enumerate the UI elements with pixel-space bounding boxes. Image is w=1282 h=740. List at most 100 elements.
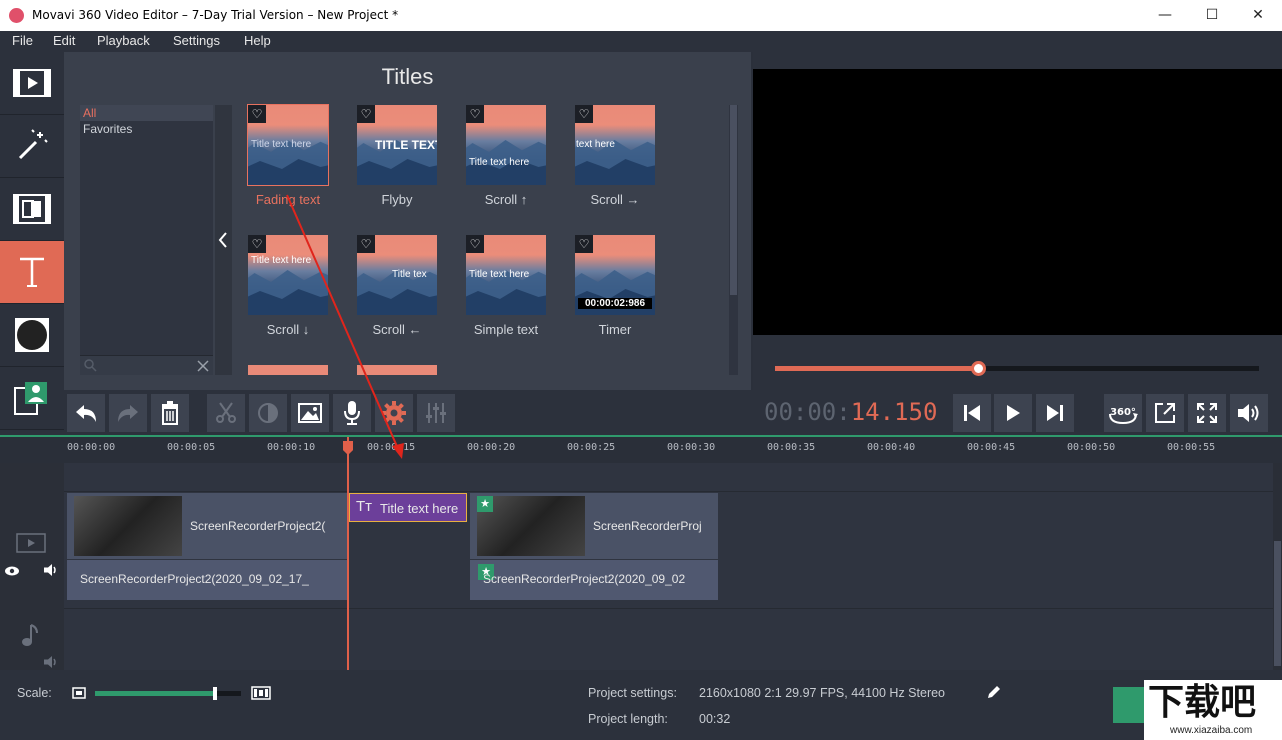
panel-title: Titles bbox=[381, 64, 434, 89]
ruler-tick: 00:00:30 bbox=[667, 442, 716, 453]
play-button[interactable] bbox=[994, 394, 1032, 432]
close-button[interactable]: ✕ bbox=[1238, 4, 1278, 26]
zoom-in-icon[interactable] bbox=[251, 686, 271, 700]
scale-handle[interactable] bbox=[212, 687, 217, 700]
project-length-label: Project length: bbox=[588, 712, 668, 726]
timecode-display: 00:00:14.150 bbox=[764, 398, 938, 426]
fullscreen-icon bbox=[1197, 403, 1217, 423]
ruler-tick: 00:00:25 bbox=[567, 442, 616, 453]
eye-icon[interactable] bbox=[4, 565, 20, 577]
title-tile-fading-text[interactable]: ♡ Title text here bbox=[247, 104, 329, 186]
external-window-icon bbox=[1155, 403, 1175, 423]
favorite-heart-icon[interactable]: ♡ bbox=[248, 105, 266, 123]
volume-button[interactable] bbox=[1230, 394, 1268, 432]
ruler-tick: 00:00:45 bbox=[967, 442, 1016, 453]
audio-clip-1[interactable]: ScreenRecorderProject2(2020_09_02_17_ bbox=[67, 560, 348, 600]
tile-overlay-text: text here bbox=[576, 139, 615, 150]
track-volume-icon[interactable] bbox=[43, 563, 59, 577]
playhead[interactable] bbox=[343, 437, 353, 670]
video-clip-1[interactable]: ScreenRecorderProject2( bbox=[67, 493, 348, 559]
project-length-value: 00:32 bbox=[699, 712, 731, 726]
skip-back-icon bbox=[964, 405, 980, 421]
zoom-out-icon[interactable] bbox=[72, 687, 86, 699]
play-icon bbox=[1007, 405, 1020, 421]
fullscreen-button[interactable] bbox=[1188, 394, 1226, 432]
scale-slider[interactable] bbox=[95, 687, 241, 700]
tile-label: Scroll → bbox=[590, 192, 640, 207]
window-title: Movavi 360 Video Editor – 7-Day Trial Ve… bbox=[32, 8, 399, 22]
window-titlebar: Movavi 360 Video Editor – 7-Day Trial Ve… bbox=[0, 0, 1282, 31]
ruler-tick: 00:00:40 bbox=[867, 442, 916, 453]
project-settings-value: 2160x1080 2:1 29.97 FPS, 44100 Hz Stereo bbox=[699, 686, 946, 700]
seek-bar-area bbox=[753, 335, 1282, 390]
tile-overlay-text: Title text here bbox=[251, 139, 312, 150]
favorite-heart-icon[interactable]: ♡ bbox=[357, 105, 375, 123]
favorite-heart-icon[interactable]: ♡ bbox=[575, 105, 593, 123]
skip-forward-icon bbox=[1047, 405, 1063, 421]
watermark: 下载吧 www.xiazaiba.com bbox=[1144, 680, 1282, 740]
import-media-button[interactable] bbox=[0, 52, 64, 115]
previous-frame-button[interactable] bbox=[953, 394, 991, 432]
music-note-icon bbox=[22, 624, 38, 646]
clip-name: ScreenRecorderProj bbox=[593, 519, 702, 533]
status-bar: Scale: Project settings: 2160x1080 2:1 2… bbox=[0, 670, 1282, 740]
timeline-scrollbar[interactable] bbox=[1273, 463, 1282, 670]
title-tile-scroll-right[interactable]: ♡ text here bbox=[575, 105, 655, 185]
menu-settings[interactable]: Settings bbox=[173, 33, 220, 48]
maximize-button[interactable]: ☐ bbox=[1192, 4, 1232, 26]
track-headers bbox=[0, 463, 64, 670]
magic-wand-icon bbox=[18, 129, 48, 160]
ruler-tick: 00:00:55 bbox=[1167, 442, 1216, 453]
watermark-url: www.xiazaiba.com bbox=[1170, 725, 1253, 736]
title-tile-timer[interactable]: ♡ 00:00:02:986 bbox=[575, 235, 655, 315]
svg-text:360°: 360° bbox=[1110, 407, 1136, 418]
project-settings-label: Project settings: bbox=[588, 686, 677, 700]
panel-scrollbar[interactable] bbox=[729, 105, 738, 375]
preview-header bbox=[753, 52, 1282, 69]
export-preview-button[interactable] bbox=[1146, 394, 1184, 432]
360-view-button[interactable]: 360° bbox=[1104, 394, 1142, 432]
tile-overlay-text: TITLE TEXT H bbox=[375, 138, 437, 152]
tile-label: Timer bbox=[598, 322, 632, 337]
app-icon bbox=[9, 8, 24, 23]
star-icon: ★ bbox=[477, 496, 493, 512]
next-frame-button[interactable] bbox=[1036, 394, 1074, 432]
360-icon: 360° bbox=[1109, 407, 1138, 425]
seek-handle[interactable] bbox=[971, 361, 987, 376]
menu-file[interactable]: File bbox=[12, 33, 33, 48]
menu-help[interactable]: Help bbox=[244, 33, 271, 48]
scale-label: Scale: bbox=[17, 686, 52, 700]
seek-bar[interactable] bbox=[775, 361, 1259, 376]
title-tile-flyby[interactable]: ♡ TITLE TEXT H bbox=[357, 105, 437, 185]
edit-pencil-icon[interactable] bbox=[987, 685, 1001, 699]
clip-name: ScreenRecorderProject2(2020_09_02_17_ bbox=[80, 572, 309, 586]
audio-clip-2[interactable]: ★ ScreenRecorderProject2(2020_09_02 bbox=[470, 560, 718, 600]
favorite-heart-icon[interactable]: ♡ bbox=[466, 105, 484, 123]
title-tile-scroll-up[interactable]: ♡ Title text here bbox=[466, 105, 546, 185]
minimize-button[interactable]: — bbox=[1145, 4, 1185, 26]
speaker-icon bbox=[1238, 404, 1259, 422]
film-icon bbox=[13, 69, 51, 97]
watermark-text: 下载吧 bbox=[1148, 682, 1257, 723]
clip-name: ScreenRecorderProject2( bbox=[190, 519, 326, 533]
ruler-tick: 00:00:35 bbox=[767, 442, 816, 453]
clip-name: Title text here bbox=[380, 501, 459, 516]
menu-edit[interactable]: Edit bbox=[53, 33, 75, 48]
clip-thumbnail bbox=[477, 496, 585, 556]
title-clip[interactable]: Tт Title text here bbox=[349, 493, 467, 522]
category-favorites[interactable]: Favorites bbox=[80, 121, 213, 137]
audio-track-volume-icon[interactable] bbox=[43, 655, 59, 669]
menu-bar: File Edit Playback Settings Help bbox=[0, 31, 1282, 52]
favorite-heart-icon[interactable]: ♡ bbox=[575, 235, 593, 253]
menu-playback[interactable]: Playback bbox=[97, 33, 150, 48]
annotation-arrow bbox=[286, 194, 404, 459]
clip-name: ScreenRecorderProject2(2020_09_02 bbox=[483, 572, 686, 586]
filters-button[interactable] bbox=[0, 115, 64, 178]
ruler-tick: 00:00:50 bbox=[1067, 442, 1116, 453]
clip-thumbnail bbox=[74, 496, 182, 556]
category-all[interactable]: All bbox=[80, 105, 213, 121]
timeline-tracks[interactable]: ScreenRecorderProject2( ScreenRecorderPr… bbox=[0, 194, 1282, 670]
video-clip-2[interactable]: ★ ScreenRecorderProj bbox=[470, 493, 718, 559]
text-icon: Tт bbox=[356, 498, 373, 515]
tile-overlay-text: 00:00:02:986 bbox=[578, 298, 652, 309]
